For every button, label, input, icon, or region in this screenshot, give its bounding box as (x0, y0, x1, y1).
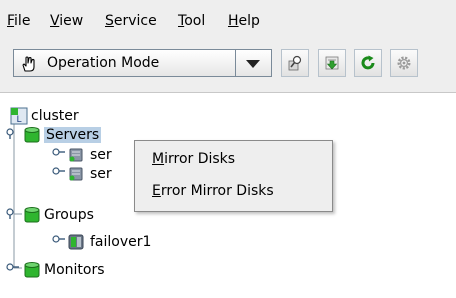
monitor-folder-icon (24, 262, 40, 278)
settings-icon (397, 56, 411, 70)
menu-tool[interactable]: Tool (178, 13, 205, 29)
mode-select[interactable]: Operation Mode (13, 49, 272, 77)
menu-service[interactable]: Service (105, 13, 157, 29)
failover-group-icon (68, 234, 84, 250)
toolbar: Operation Mode (0, 34, 456, 93)
server-icon (69, 148, 83, 162)
collapsed-toggle-icon[interactable] (52, 235, 66, 247)
refresh-button[interactable] (354, 49, 382, 77)
collapsed-toggle-icon[interactable] (52, 167, 66, 179)
tree-node-monitors[interactable]: Monitors (6, 260, 156, 280)
tree-node-server-1[interactable]: ser (52, 145, 132, 165)
expanded-toggle-icon[interactable] (6, 128, 20, 140)
mode-select-divider (235, 50, 236, 76)
tree-node-cluster[interactable]: L cluster (10, 106, 150, 126)
tree-label-failover1: failover1 (90, 234, 152, 250)
svg-text:L: L (17, 115, 22, 125)
menu-bar: File View Service Tool Help (0, 0, 456, 34)
menu-view[interactable]: View (50, 13, 83, 29)
group-folder-icon (24, 207, 40, 223)
search-config-button[interactable] (281, 49, 309, 77)
chevron-down-icon[interactable] (246, 60, 260, 68)
download-icon (325, 56, 339, 70)
menu-item-mirror-disks[interactable]: Mirror Disks (152, 151, 235, 167)
refresh-icon (361, 55, 375, 70)
download-button[interactable] (318, 49, 346, 77)
settings-button[interactable] (390, 49, 418, 77)
tree-label-servers: Servers (44, 127, 102, 143)
server-icon (69, 167, 83, 181)
tree-node-server-2[interactable]: ser (52, 164, 132, 184)
menu-file[interactable]: File (7, 13, 30, 29)
server-group-icon (24, 127, 40, 143)
context-menu: Mirror Disks Error Mirror Disks (134, 140, 333, 212)
cluster-icon: L (10, 107, 28, 125)
tree-label-cluster: cluster (31, 108, 79, 124)
search-config-icon (288, 55, 302, 71)
collapsed-toggle-icon[interactable] (6, 263, 20, 275)
tree-label-server-1: ser (90, 147, 112, 163)
tree-label-monitors: Monitors (44, 262, 105, 278)
menu-item-error-mirror-disks[interactable]: Error Mirror Disks (152, 183, 274, 199)
mode-select-value: Operation Mode (47, 55, 160, 71)
menu-help[interactable]: Help (228, 13, 260, 29)
tree-label-server-2: ser (90, 166, 112, 182)
expanded-toggle-icon[interactable] (6, 208, 20, 220)
tree-label-groups: Groups (44, 207, 94, 223)
collapsed-toggle-icon[interactable] (52, 148, 66, 160)
tree-node-failover1[interactable]: failover1 (52, 232, 172, 252)
hand-pointer-icon (19, 55, 37, 73)
